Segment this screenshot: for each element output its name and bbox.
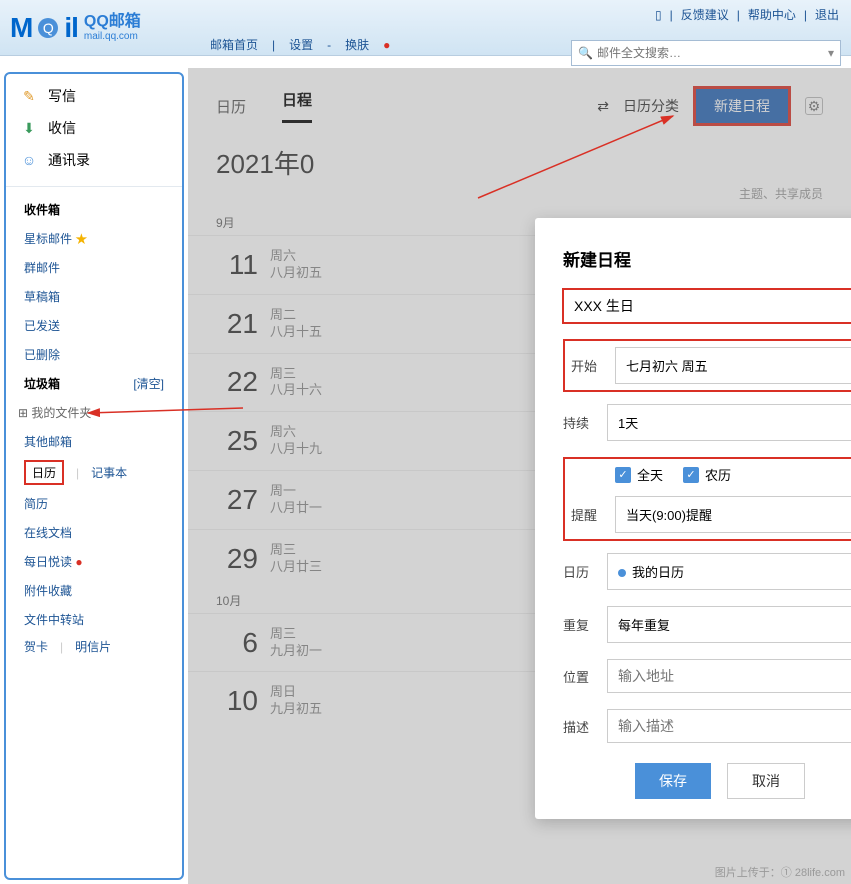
dialog-title: 新建日程 (563, 246, 851, 271)
repeat-label: 重复 (563, 615, 597, 634)
sidebar-item-calendar[interactable]: 日历 (24, 460, 64, 485)
nav-home[interactable]: 邮箱首页 (210, 36, 258, 53)
check-icon: ✓ (615, 467, 631, 483)
remind-label: 提醒 (571, 505, 605, 524)
sidebar-item-inbox[interactable]: 收件箱 (6, 195, 182, 224)
lunar-checkbox[interactable]: ✓农历 (683, 465, 731, 484)
sidebar-item-filetransfer[interactable]: 文件中转站 (6, 605, 182, 634)
logo-prefix: M (10, 12, 32, 44)
sidebar-item-star[interactable]: 星标邮件 ★ (6, 224, 182, 253)
start-label: 开始 (571, 356, 605, 375)
clear-trash-link[interactable]: [清空] (133, 375, 164, 392)
sidebar-item-trash[interactable]: 垃圾箱[清空] (6, 369, 182, 398)
logo: M Q il QQ邮箱 mail.qq.com (10, 12, 141, 44)
cancel-button[interactable]: 取消 (727, 763, 805, 799)
logo-suffix: il (64, 12, 78, 44)
calendar-color-dot-icon (618, 569, 626, 577)
sidebar-item-notes[interactable]: 记事本 (91, 464, 127, 481)
sidebar-item-card[interactable]: 贺卡 (24, 638, 48, 655)
sidebar-item-dailyread[interactable]: 每日悦读 ● (6, 547, 182, 576)
sidebar-item-othermail[interactable]: 其他邮箱 (6, 427, 182, 456)
desc-input[interactable] (607, 709, 851, 743)
compose-button[interactable]: ✎ 写信 (16, 80, 172, 112)
event-title-input[interactable] (563, 289, 851, 323)
compose-label: 写信 (48, 86, 76, 106)
nav-settings[interactable]: 设置 (289, 36, 313, 53)
allday-checkbox[interactable]: ✓全天 (615, 465, 663, 484)
penguin-icon: Q (38, 18, 58, 38)
sub-nav: 邮箱首页 | 设置 - 换肤 ● (210, 36, 390, 53)
search-chevron-icon[interactable]: ▾ (828, 46, 834, 60)
feedback-link[interactable]: 反馈建议 (681, 6, 729, 23)
sidebar-item-group[interactable]: 群邮件 (6, 253, 182, 282)
remind-select[interactable]: 当天(9:00)提醒▾ (615, 496, 851, 533)
sidebar-item-deleted[interactable]: 已删除 (6, 340, 182, 369)
dot-icon: ● (383, 38, 390, 52)
receive-button[interactable]: ⬇ 收信 (16, 112, 172, 144)
logo-domain: mail.qq.com (84, 31, 141, 42)
receive-icon: ⬇ (20, 119, 38, 137)
sidebar: ✎ 写信 ⬇ 收信 ☺ 通讯录 收件箱 星标邮件 ★ 群邮件 草稿箱 已发送 已… (4, 72, 184, 880)
calendar-label: 日历 (563, 562, 597, 581)
nav-skin[interactable]: 换肤 (345, 36, 369, 53)
duration-label: 持续 (563, 413, 597, 432)
top-links: ▯ | 反馈建议 | 帮助中心 | 退出 (655, 6, 839, 23)
sidebar-item-postcard[interactable]: 明信片 (75, 638, 111, 655)
mobile-icon[interactable]: ▯ (655, 8, 662, 22)
check-icon: ✓ (683, 467, 699, 483)
location-input[interactable] (607, 659, 851, 693)
search-bar[interactable]: 🔍 ▾ (571, 40, 841, 66)
sidebar-item-attachfav[interactable]: 附件收藏 (6, 576, 182, 605)
logo-qq-text: QQ邮箱 (84, 13, 141, 31)
receive-label: 收信 (48, 118, 76, 138)
repeat-select[interactable]: 每年重复▾ (607, 606, 851, 643)
location-label: 位置 (563, 667, 597, 686)
logout-link[interactable]: 退出 (815, 6, 839, 23)
new-event-dialog: 新建日程 开始 七月初六 周五▾ 持续 1天▾ (535, 218, 851, 819)
save-button[interactable]: 保存 (635, 763, 711, 799)
dot-icon: ● (75, 555, 82, 569)
content-area: 日历 日程 ⇄ 日历分类 新建日程 ⚙ 2021年0 主题、共享成员 9月 11… (188, 68, 851, 884)
desc-label: 描述 (563, 717, 597, 736)
start-select[interactable]: 七月初六 周五▾ (615, 347, 851, 384)
sidebar-item-sent[interactable]: 已发送 (6, 311, 182, 340)
sidebar-group-folders[interactable]: ⊞ 我的文件夹 (6, 398, 182, 427)
contacts-label: 通讯录 (48, 150, 90, 170)
watermark-text: 图片上传于：① 28life.com (715, 864, 845, 880)
help-link[interactable]: 帮助中心 (748, 6, 796, 23)
sidebar-item-drafts[interactable]: 草稿箱 (6, 282, 182, 311)
calendar-select[interactable]: 我的日历▾ (607, 553, 851, 590)
contacts-button[interactable]: ☺ 通讯录 (16, 144, 172, 176)
duration-select[interactable]: 1天▾ (607, 404, 851, 441)
compose-icon: ✎ (20, 87, 38, 105)
sidebar-item-onlinedoc[interactable]: 在线文档 (6, 518, 182, 547)
star-icon: ★ (75, 232, 87, 246)
search-input[interactable] (597, 46, 828, 60)
search-icon: 🔍 (578, 46, 593, 60)
contacts-icon: ☺ (20, 151, 38, 169)
sidebar-item-resume[interactable]: 简历 (6, 489, 182, 518)
